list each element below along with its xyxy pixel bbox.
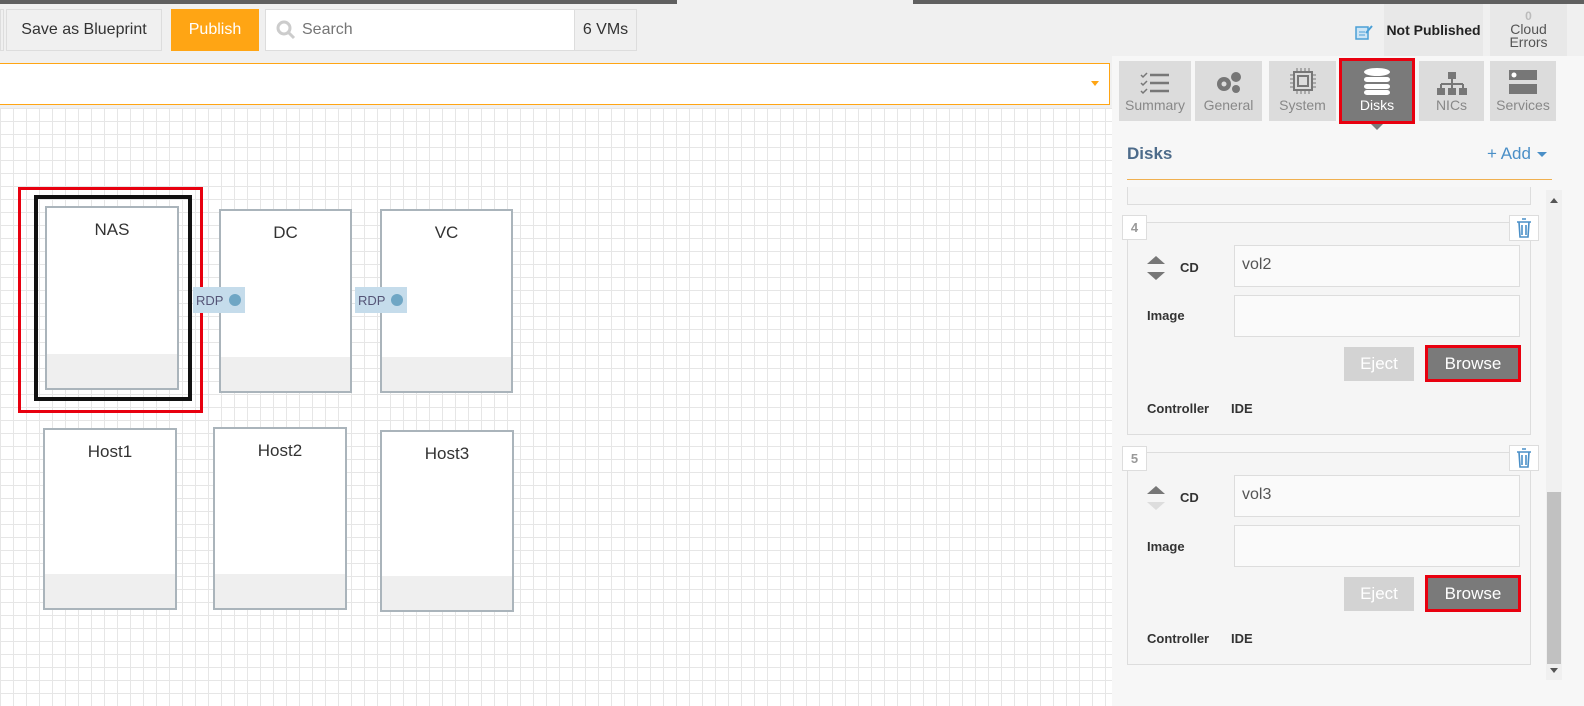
tab-system[interactable]: System <box>1269 61 1336 121</box>
canvas[interactable]: NAS DC VC RDP RDP Host1 Host2 Host3 <box>0 108 1112 706</box>
vm-count: 6 VMs <box>574 9 637 51</box>
controller-value: IDE <box>1231 401 1253 416</box>
rdp-connector[interactable]: RDP <box>355 287 407 313</box>
disk-type-label: CD <box>1180 490 1199 505</box>
add-disk-button[interactable]: + Add <box>1487 144 1547 164</box>
controller-value: IDE <box>1231 631 1253 646</box>
connector-label: RDP <box>196 292 224 308</box>
top-bar <box>0 0 677 4</box>
chip-icon <box>1289 68 1316 94</box>
tab-label: System <box>1279 97 1326 113</box>
rdp-connector[interactable]: RDP <box>193 287 245 313</box>
vm-host1[interactable]: Host1 <box>43 428 177 610</box>
tab-label: Summary <box>1125 97 1185 113</box>
tab-label: General <box>1203 97 1254 113</box>
controller-label: Controller <box>1147 631 1210 646</box>
edit-notes-icon[interactable] <box>1355 24 1373 40</box>
divider <box>1127 179 1552 180</box>
database-icon <box>1364 68 1390 95</box>
vm-selector-dropdown[interactable] <box>0 63 1110 105</box>
image-input[interactable] <box>1234 295 1520 337</box>
delete-disk-button[interactable] <box>1509 445 1539 471</box>
controller-label: Controller <box>1147 401 1210 416</box>
vm-name: NAS <box>94 220 130 239</box>
image-label: Image <box>1147 539 1185 554</box>
tab-services[interactable]: Services <box>1490 61 1556 121</box>
network-icon <box>1436 72 1467 95</box>
scroll-down-icon[interactable] <box>1550 668 1558 673</box>
image-label: Image <box>1147 308 1185 323</box>
vm-host3[interactable]: Host3 <box>380 430 514 612</box>
reorder-arrows-icon[interactable] <box>1146 254 1166 284</box>
vm-name: Host2 <box>257 441 303 460</box>
eject-button[interactable]: Eject <box>1344 577 1414 611</box>
disk-type-label: CD <box>1180 260 1199 275</box>
server-icon <box>1509 70 1537 94</box>
save-as-blueprint-button[interactable]: Save as Blueprint <box>6 9 162 51</box>
toolbar-button[interactable] <box>0 9 4 51</box>
tab-label: Disks <box>1359 97 1395 113</box>
tab-general[interactable]: General <box>1195 61 1262 121</box>
cloud-errors-label: Errors <box>1509 34 1548 50</box>
eject-button[interactable]: Eject <box>1344 347 1414 381</box>
tab-label: NICs <box>1435 97 1468 113</box>
active-tab-pointer <box>1371 124 1383 130</box>
chevron-down-icon <box>1091 81 1099 86</box>
vm-name: Host1 <box>87 442 133 461</box>
tab-disks[interactable]: Disks <box>1339 58 1415 130</box>
search-box[interactable] <box>265 9 575 51</box>
trash-icon <box>1517 218 1531 238</box>
disks-title: Disks <box>1127 144 1173 163</box>
vm-name: VC <box>434 223 459 242</box>
search-icon <box>276 20 296 40</box>
disk-index: 5 <box>1122 446 1147 471</box>
connector-dot-icon <box>391 294 404 306</box>
search-input[interactable] <box>302 21 552 39</box>
disk-name-input[interactable]: vol2 <box>1234 245 1520 287</box>
disk-name-input[interactable]: vol3 <box>1234 475 1520 517</box>
browse-button[interactable]: Browse <box>1425 345 1521 382</box>
disk-index: 4 <box>1122 215 1147 240</box>
publish-button[interactable]: Publish <box>171 9 259 51</box>
scrollbar-thumb[interactable] <box>1547 492 1561 664</box>
vm-name: Host3 <box>424 444 470 463</box>
trash-icon <box>1517 448 1531 468</box>
add-label: + Add <box>1487 144 1531 163</box>
top-bar <box>913 0 1584 4</box>
publish-status: Not Published <box>1384 4 1483 56</box>
scroll-up-icon[interactable] <box>1550 198 1558 203</box>
tab-nics[interactable]: NICs <box>1419 61 1484 121</box>
cloud-errors[interactable]: 0 Cloud Errors <box>1490 4 1567 56</box>
vm-host2[interactable]: Host2 <box>213 427 347 610</box>
scrollbar[interactable] <box>1546 190 1562 680</box>
connector-label: RDP <box>358 292 386 308</box>
vm-nas[interactable]: NAS <box>45 206 179 390</box>
image-input[interactable] <box>1234 525 1520 567</box>
gears-icon <box>1216 72 1241 93</box>
vm-name: DC <box>273 223 298 242</box>
disk-card-partial <box>1127 187 1531 205</box>
tab-summary[interactable]: Summary <box>1119 61 1191 121</box>
connector-dot-icon <box>229 294 242 306</box>
chevron-down-icon <box>1536 151 1547 157</box>
tab-label: Services <box>1496 97 1550 113</box>
reorder-arrows-icon[interactable] <box>1146 484 1166 514</box>
delete-disk-button[interactable] <box>1509 215 1539 241</box>
browse-button[interactable]: Browse <box>1425 575 1521 612</box>
checklist-icon <box>1140 72 1169 95</box>
